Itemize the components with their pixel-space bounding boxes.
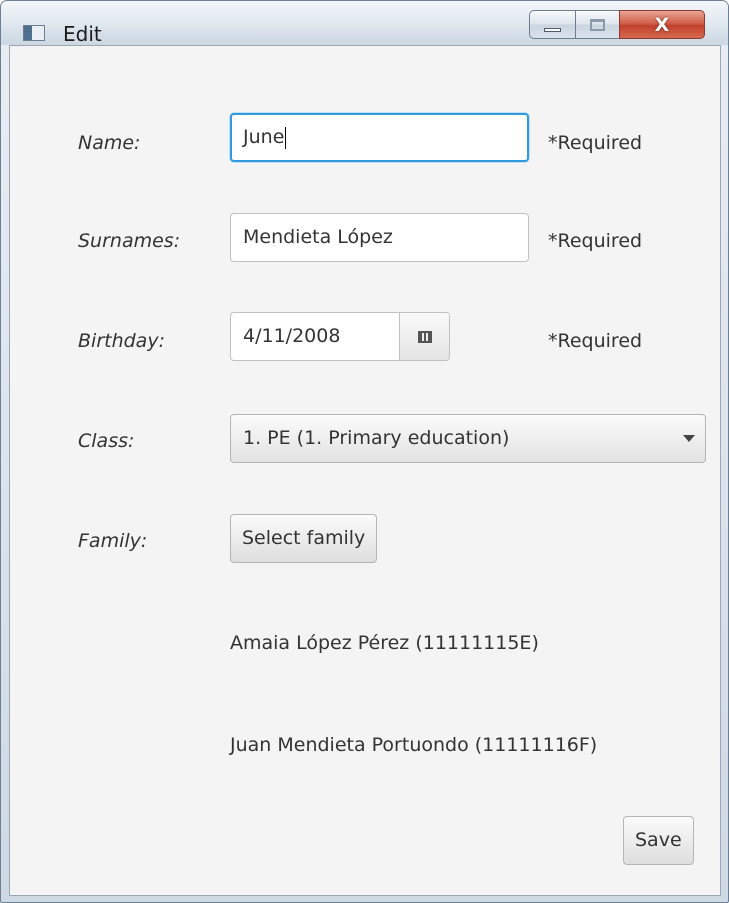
minimize-button[interactable] [529, 10, 575, 39]
surnames-label: Surnames: [78, 230, 181, 252]
name-label: Name: [78, 132, 141, 154]
family-member-item: Juan Mendieta Portuondo (11111116F) [230, 734, 598, 756]
close-button[interactable]: X [619, 10, 705, 39]
chevron-down-icon [683, 435, 695, 442]
surnames-required-hint: *Required [548, 230, 643, 252]
surnames-value: Mendieta López [243, 226, 393, 248]
class-label: Class: [78, 430, 135, 452]
edit-window: Edit X Name: June *Required Surnames: Me… [0, 0, 729, 903]
birthday-required-hint: *Required [548, 330, 643, 352]
family-member-item: Amaia López Pérez (11111115E) [230, 632, 539, 654]
app-icon [23, 25, 45, 41]
class-selected-value: 1. PE (1. Primary education) [243, 427, 510, 449]
name-required-hint: *Required [548, 132, 643, 154]
calendar-icon [417, 330, 432, 343]
class-select[interactable]: 1. PE (1. Primary education) [230, 414, 706, 463]
save-button[interactable]: Save [623, 816, 694, 865]
maximize-button[interactable] [575, 10, 619, 39]
date-picker-button[interactable] [399, 313, 449, 360]
maximize-icon [590, 19, 605, 31]
text-caret [285, 126, 287, 149]
form-panel: Name: June *Required Surnames: Mendieta … [9, 45, 721, 896]
caption-buttons: X [529, 10, 705, 39]
family-label: Family: [78, 530, 148, 552]
name-value: June [243, 126, 285, 148]
select-family-button[interactable]: Select family [230, 514, 378, 563]
minimize-icon [544, 28, 561, 32]
birthday-value: 4/11/2008 [243, 325, 341, 347]
birthday-date-picker[interactable]: 4/11/2008 [230, 312, 450, 361]
surnames-input[interactable]: Mendieta López [230, 213, 529, 262]
close-icon: X [654, 13, 670, 36]
name-input[interactable]: June [230, 113, 529, 162]
window-title: Edit [63, 22, 102, 46]
birthday-label: Birthday: [78, 330, 165, 352]
title-bar[interactable]: Edit X [1, 1, 728, 46]
